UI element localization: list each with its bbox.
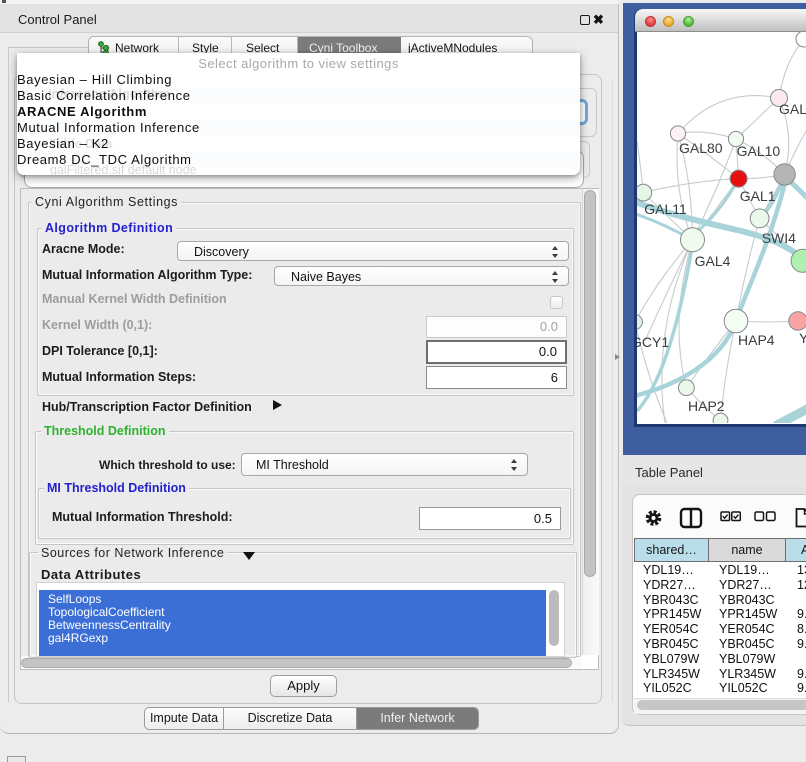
svg-text:SWI4: SWI4 — [762, 230, 796, 246]
svg-text:HAP2: HAP2 — [688, 398, 725, 414]
svg-text:GAL11: GAL11 — [644, 201, 687, 217]
svg-text:GAL1: GAL1 — [740, 188, 776, 204]
svg-text:GAL4: GAL4 — [695, 253, 731, 269]
svg-text:GAL10: GAL10 — [737, 143, 781, 159]
svg-text:HAP4: HAP4 — [738, 332, 775, 348]
svg-text:GAL80: GAL80 — [679, 140, 723, 156]
svg-text:YM: YM — [799, 330, 806, 346]
svg-text:GCY1: GCY1 — [637, 334, 669, 350]
svg-text:GAL2: GAL2 — [779, 101, 806, 117]
